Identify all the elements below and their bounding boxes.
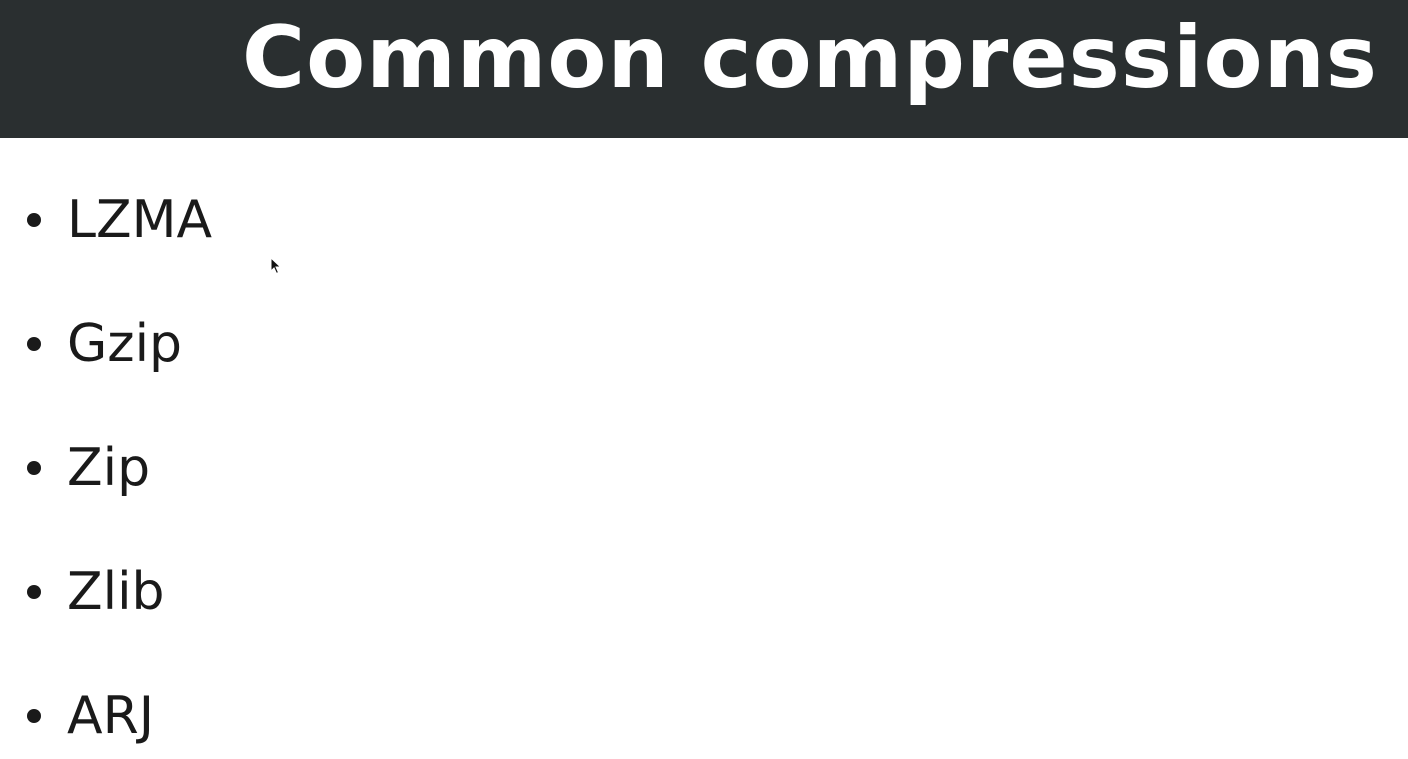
bullet-dot-icon <box>27 337 41 351</box>
bullet-item-arj: ARJ <box>0 654 212 759</box>
bullet-list: LZMA Gzip Zip Zlib ARJ <box>0 158 212 759</box>
slide-title: Common compressions <box>242 8 1378 108</box>
bullet-label: ARJ <box>67 686 155 746</box>
slide: Common compressions LZMA Gzip Zip Zlib A… <box>0 0 1408 759</box>
bullet-dot-icon <box>27 709 41 723</box>
bullet-label: LZMA <box>67 190 213 250</box>
bullet-label: Gzip <box>67 314 183 374</box>
bullet-dot-icon <box>27 461 41 475</box>
mouse-pointer-icon <box>270 257 282 275</box>
bullet-label: Zip <box>67 438 151 498</box>
bullet-dot-icon <box>27 213 41 227</box>
title-bar: Common compressions <box>0 0 1408 138</box>
bullet-item-zlib: Zlib <box>0 530 212 654</box>
bullet-item-lzma: LZMA <box>0 158 212 282</box>
bullet-item-gzip: Gzip <box>0 282 212 406</box>
bullet-item-zip: Zip <box>0 406 212 530</box>
bullet-dot-icon <box>27 585 41 599</box>
bullet-label: Zlib <box>67 562 165 622</box>
